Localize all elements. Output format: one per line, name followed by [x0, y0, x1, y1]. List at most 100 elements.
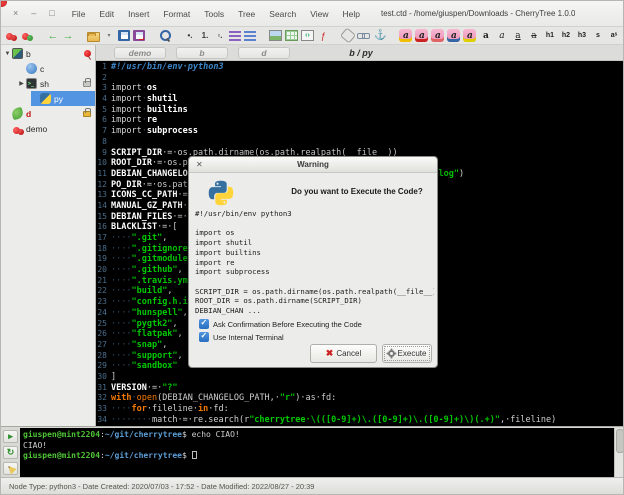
- underline-icon[interactable]: a: [511, 29, 524, 42]
- cherrytree-window: × – □ File Edit Insert Format Tools Tree…: [0, 0, 624, 495]
- node-b-icon: [12, 48, 23, 59]
- go-forward-icon[interactable]: →: [62, 28, 74, 43]
- cancel-button[interactable]: ✖ Cancel: [310, 344, 377, 363]
- h1-icon[interactable]: h1: [543, 29, 556, 42]
- maximize-window-button[interactable]: □: [49, 9, 54, 18]
- line-number: 2: [96, 73, 111, 84]
- use-internal-terminal-checkbox[interactable]: Use Internal Terminal: [199, 332, 362, 342]
- indent-left-icon[interactable]: [229, 31, 241, 41]
- save-as-icon[interactable]: [133, 30, 145, 41]
- node-status-text: Node Type: python3 - Date Created: 2020/…: [9, 482, 314, 491]
- dialog-close-icon[interactable]: ✕: [196, 157, 203, 173]
- execute-code-button[interactable]: ▸: [3, 430, 18, 443]
- checkbox-checked-icon[interactable]: [199, 332, 209, 342]
- menu-view[interactable]: View: [305, 7, 333, 21]
- menu-edit[interactable]: Edit: [94, 7, 119, 21]
- menu-help[interactable]: Help: [338, 7, 365, 21]
- menu-tools[interactable]: Tools: [199, 7, 229, 21]
- line-number: 23: [96, 297, 111, 308]
- line-number: 34: [96, 415, 111, 426]
- terminal-panel: ▸ ↻ giuspen@mint2204:~/git/cherrytree$ e…: [1, 426, 624, 479]
- code-line: 6 import·re: [96, 115, 623, 126]
- window-title: test.ctd - /home/giuspen/Downloads - Che…: [381, 9, 575, 18]
- superscript-icon[interactable]: aˢ: [607, 29, 620, 42]
- checkbox-checked-icon[interactable]: [199, 319, 209, 329]
- minimize-window-button[interactable]: –: [31, 9, 36, 18]
- tab-demo[interactable]: demo: [114, 47, 166, 59]
- insert-link-icon[interactable]: [357, 30, 371, 41]
- dialog-titlebar[interactable]: ✕ Warning: [189, 157, 437, 173]
- line-number: 11: [96, 169, 111, 180]
- find-icon[interactable]: [158, 29, 171, 42]
- menu-tree[interactable]: Tree: [233, 7, 260, 21]
- insert-image-icon[interactable]: [269, 30, 282, 41]
- ask-confirmation-checkbox[interactable]: Ask Confirmation Before Executing the Co…: [199, 319, 362, 329]
- lock-icon: [83, 81, 91, 87]
- line-number: 33: [96, 404, 111, 415]
- open-file-icon[interactable]: [87, 32, 100, 42]
- new-node-icon[interactable]: [5, 29, 18, 42]
- todo-list-icon[interactable]: ▫.: [214, 28, 226, 43]
- clear-terminal-button[interactable]: [3, 462, 18, 475]
- h3-icon[interactable]: h3: [575, 29, 588, 42]
- dialog-code-line: import os: [195, 228, 434, 238]
- toolbar: ← → ▾ •. 1. ▫.: [1, 27, 624, 45]
- new-subnode-icon[interactable]: [21, 29, 34, 42]
- menu-insert[interactable]: Insert: [123, 7, 154, 21]
- numbered-list-icon[interactable]: 1.: [199, 28, 211, 43]
- tree-node-label: demo: [26, 124, 47, 134]
- menu-search[interactable]: Search: [264, 7, 301, 21]
- node-tabs: demo b d: [114, 47, 290, 59]
- restart-terminal-button[interactable]: ↻: [3, 446, 18, 459]
- insert-table-icon[interactable]: [285, 30, 298, 41]
- attach-file-icon[interactable]: [340, 27, 356, 43]
- tree-node-py[interactable]: py: [31, 91, 95, 106]
- menu-format[interactable]: Format: [158, 7, 195, 21]
- save-icon[interactable]: [118, 30, 130, 41]
- dialog-code-line: import shutil: [195, 238, 434, 248]
- italic-icon[interactable]: a: [495, 29, 508, 42]
- code-line: 4 import·shutil: [96, 94, 623, 105]
- close-window-button[interactable]: ×: [13, 9, 18, 18]
- execute-button[interactable]: Execute: [382, 344, 432, 363]
- line-number: 10: [96, 158, 111, 169]
- strikethrough-icon[interactable]: a: [527, 29, 540, 42]
- code-line: 30 ]: [96, 372, 623, 383]
- highlight-icon[interactable]: a: [463, 29, 476, 42]
- node-c-icon: [26, 63, 37, 74]
- indent-right-icon[interactable]: [244, 31, 256, 41]
- expander-icon[interactable]: ▼: [3, 51, 12, 57]
- tab-b[interactable]: b: [176, 47, 228, 59]
- fg-color-icon[interactable]: a: [431, 29, 444, 42]
- open-file-caret-icon[interactable]: ▾: [103, 28, 115, 43]
- line-number: 5: [96, 105, 111, 116]
- tree-node-d[interactable]: d: [3, 106, 95, 121]
- tree-node-sh[interactable]: ▶ sh: [17, 76, 95, 91]
- terminal-scrollbar[interactable]: [614, 428, 624, 478]
- code-line: 33 ····for·fileline·in·fd:: [96, 404, 623, 415]
- expander-icon[interactable]: ▶: [17, 80, 26, 87]
- bullet-list-icon[interactable]: •.: [184, 28, 196, 43]
- tree-node-demo[interactable]: demo: [3, 121, 95, 136]
- h2-icon[interactable]: h2: [559, 29, 572, 42]
- insert-anchor-icon[interactable]: ⚓: [374, 28, 386, 43]
- go-back-icon[interactable]: ←: [47, 28, 59, 43]
- small-icon[interactable]: s: [591, 29, 604, 42]
- tree-panel[interactable]: ▼ b c ▶ sh: [1, 45, 96, 426]
- line-number: 28: [96, 351, 111, 362]
- tab-d[interactable]: d: [238, 47, 290, 59]
- separator: [148, 28, 155, 43]
- insert-codebox-icon[interactable]: [301, 30, 314, 41]
- terminal-line: CIAO!: [23, 441, 611, 452]
- line-number: 14: [96, 201, 111, 212]
- tree-node-c[interactable]: c: [17, 61, 95, 76]
- bg-color-icon[interactable]: a: [447, 29, 460, 42]
- format-latest-icon[interactable]: a: [399, 29, 412, 42]
- terminal-output[interactable]: giuspen@mint2204:~/git/cherrytree$ echo …: [20, 428, 614, 478]
- menu-file[interactable]: File: [67, 7, 91, 21]
- separator: [332, 28, 339, 43]
- format-clear-icon[interactable]: a: [415, 29, 428, 42]
- insert-formula-icon[interactable]: ƒ: [317, 28, 329, 43]
- bold-icon[interactable]: a: [479, 29, 492, 42]
- tree-node-b[interactable]: ▼ b: [3, 46, 95, 61]
